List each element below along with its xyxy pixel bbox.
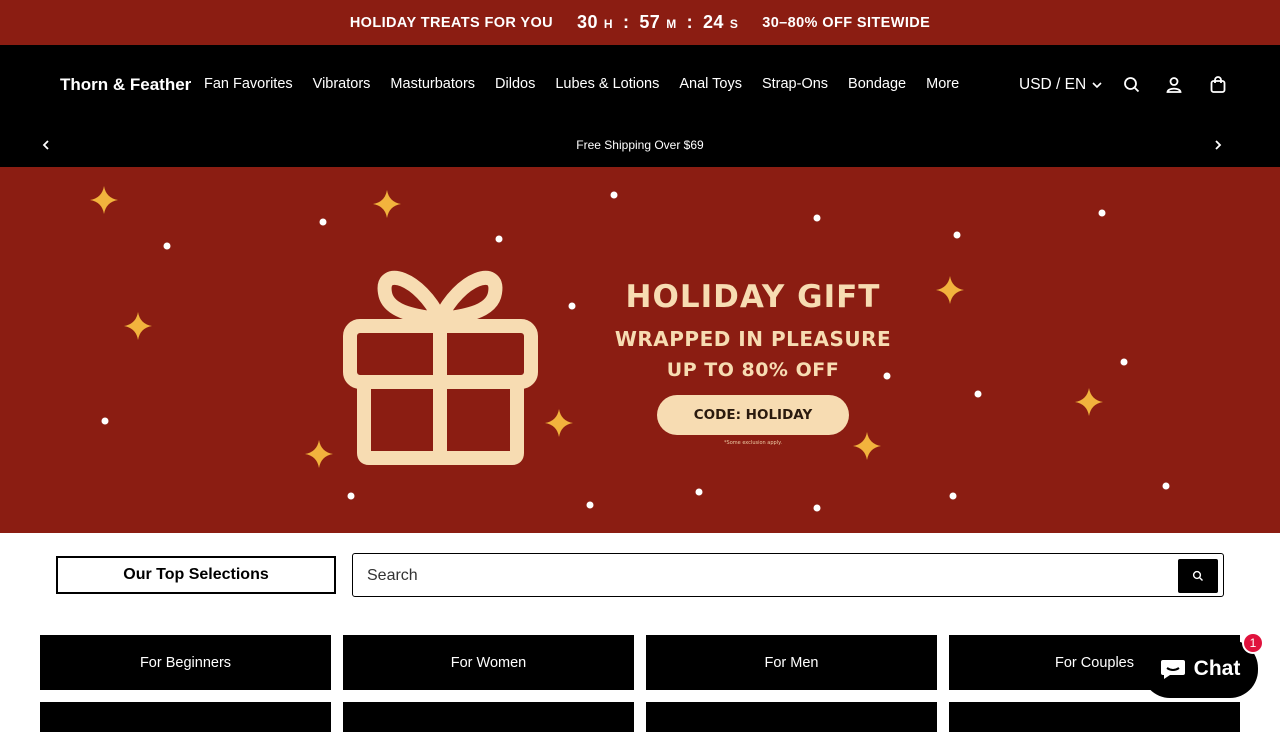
chevron-down-icon [1092, 82, 1102, 89]
nav-item-masturbators[interactable]: Masturbators [390, 76, 475, 92]
category-for-beginners[interactable]: For Beginners [40, 635, 331, 690]
countdown-timer: 30 H : 57 M : 24 S [577, 12, 738, 33]
gift-icon [343, 270, 538, 465]
category-tile[interactable] [343, 702, 634, 732]
category-tile[interactable] [40, 702, 331, 732]
nav-item-lubes-lotions[interactable]: Lubes & Lotions [555, 76, 659, 92]
countdown-minutes: 57 [639, 12, 661, 32]
hero-fine-print: *Some exclusion apply. [724, 440, 782, 446]
hero-text: HOLIDAY GIFT WRAPPED IN PLEASURE UP TO 8… [600, 279, 906, 446]
locale-selector[interactable]: USD / EN [1019, 76, 1103, 94]
chevron-right-icon[interactable] [1211, 138, 1225, 152]
countdown-seconds-unit: S [729, 17, 739, 31]
countdown-separator: : [686, 12, 693, 32]
cart-icon[interactable] [1208, 75, 1228, 95]
chat-button[interactable]: Chat [1142, 640, 1258, 698]
promo-bar: HOLIDAY TREATS FOR YOU 30 H : 57 M : 24 … [0, 0, 1280, 45]
chat-notification-badge: 1 [1242, 632, 1264, 654]
promo-left-text: HOLIDAY TREATS FOR YOU [349, 14, 554, 31]
site-header: Thorn & Feather Fan Favorites Vibrators … [0, 45, 1280, 124]
promo-code-pill: CODE: HOLIDAY [657, 395, 849, 435]
brand-logo[interactable]: Thorn & Feather [60, 75, 191, 95]
search-icon [1192, 570, 1203, 581]
hero-subheadline: WRAPPED IN PLEASURE [614, 327, 892, 351]
promo-right-text: 30–80% OFF SITEWIDE [762, 14, 931, 31]
category-for-men[interactable]: For Men [646, 635, 937, 690]
search-icon[interactable] [1122, 75, 1142, 95]
announcement-text: Free Shipping Over $69 [576, 138, 704, 152]
countdown-separator: : [622, 12, 630, 32]
locale-label: USD / EN [1019, 76, 1087, 93]
chat-label: Chat [1193, 657, 1241, 680]
announcement-bar: Free Shipping Over $69 [0, 124, 1280, 167]
search-submit-button[interactable] [1178, 559, 1218, 593]
countdown-hours: 30 [577, 12, 598, 32]
countdown-hours-unit: H [603, 17, 613, 31]
nav-item-more[interactable]: More [926, 76, 959, 92]
nav-item-bondage[interactable]: Bondage [848, 76, 906, 92]
category-tile[interactable] [646, 702, 937, 732]
countdown-seconds: 24 [703, 12, 724, 32]
main-nav: Fan Favorites Vibrators Masturbators Dil… [204, 76, 959, 92]
search-input[interactable] [367, 563, 1167, 589]
hero-banner[interactable]: HOLIDAY GIFT WRAPPED IN PLEASURE UP TO 8… [0, 167, 1280, 533]
sparkle-icons [90, 186, 1103, 468]
nav-item-vibrators[interactable]: Vibrators [313, 76, 371, 92]
nav-item-fan-favorites[interactable]: Fan Favorites [204, 76, 293, 92]
category-for-women[interactable]: For Women [343, 635, 634, 690]
hero-headline: HOLIDAY GIFT [625, 279, 881, 315]
product-search-bar [352, 553, 1224, 597]
chat-bubble-icon [1160, 660, 1185, 679]
account-icon[interactable] [1164, 75, 1184, 95]
nav-item-dildos[interactable]: Dildos [495, 76, 535, 92]
hero-discount: UP TO 80% OFF [666, 359, 840, 381]
top-selections-button[interactable]: Our Top Selections [56, 556, 336, 594]
countdown-minutes-unit: M [666, 17, 677, 31]
nav-item-strap-ons[interactable]: Strap-Ons [762, 76, 828, 92]
nav-item-anal-toys[interactable]: Anal Toys [679, 76, 742, 92]
category-tile[interactable] [949, 702, 1240, 732]
